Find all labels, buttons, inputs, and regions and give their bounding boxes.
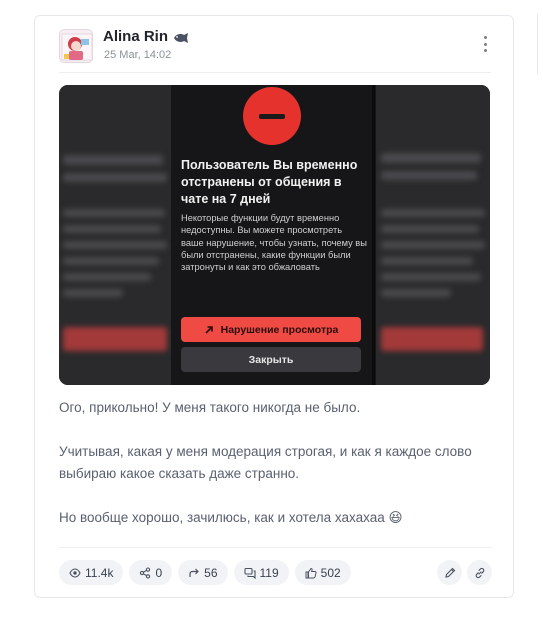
thumbs-up-icon xyxy=(305,567,317,578)
shares-stat[interactable]: 0 xyxy=(129,560,173,585)
likes-stat[interactable]: 502 xyxy=(294,560,351,585)
footer-divider xyxy=(59,547,491,548)
dialog-text: Некоторые функции будут временно недосту… xyxy=(181,213,367,273)
link-icon xyxy=(475,567,484,578)
dialog-edge xyxy=(372,85,375,385)
views-count: 11.4k xyxy=(85,565,114,580)
post-paragraph: Но вообще хорошо, зачилюсь, как и хотела… xyxy=(59,510,403,525)
avatar[interactable] xyxy=(59,29,93,63)
reposts-stat[interactable]: 56 xyxy=(178,560,228,585)
eye-icon xyxy=(69,567,81,578)
post-actions xyxy=(437,560,492,585)
post-paragraph: Учитывая, какая у меня модерация строгая… xyxy=(59,444,472,481)
comments-icon xyxy=(243,567,256,579)
likes-count: 502 xyxy=(320,565,341,580)
post-stats: 11.4k 0 56 119 502 xyxy=(59,560,351,585)
ban-icon xyxy=(243,87,301,145)
edit-button[interactable] xyxy=(437,560,462,585)
post-paragraph: Ого, прикольно! У меня такого никогда не… xyxy=(59,400,361,415)
fish-icon xyxy=(173,31,189,43)
dialog-title: Пользователь Вы временно отстранены от о… xyxy=(181,158,358,206)
suspension-dialog: Пользователь Вы временно отстранены от о… xyxy=(171,85,376,385)
comments-stat[interactable]: 119 xyxy=(233,560,289,585)
arrow-up-right-icon xyxy=(205,325,213,334)
copy-link-button[interactable] xyxy=(467,560,492,585)
more-options-button[interactable] xyxy=(479,35,491,53)
view-violation-button[interactable]: Нарушение просмотра xyxy=(181,317,361,342)
view-violation-label: Нарушение просмотра xyxy=(220,323,339,336)
post-card: Alina Rin 25 Mar, 14:02 Пользователь Вы … xyxy=(34,15,514,598)
author-name-row[interactable]: Alina Rin xyxy=(103,28,189,45)
views-stat[interactable]: 11.4k xyxy=(59,560,124,585)
close-dialog-button[interactable]: Закрыть xyxy=(181,347,361,372)
author-name[interactable]: Alina Rin xyxy=(103,28,168,45)
comments-count: 119 xyxy=(259,565,279,580)
repost-icon xyxy=(189,568,200,577)
post-image[interactable]: Пользователь Вы временно отстранены от о… xyxy=(59,85,490,385)
adjacent-panel-edge xyxy=(537,14,542,74)
more-vertical-icon xyxy=(483,36,487,39)
post-body: Ого, прикольно! У меня такого никогда не… xyxy=(59,397,491,529)
post-date: 25 Mar, 14:02 xyxy=(104,49,172,61)
reposts-count: 56 xyxy=(204,565,218,580)
close-dialog-label: Закрыть xyxy=(248,353,294,366)
shares-count: 0 xyxy=(155,565,163,580)
share-icon xyxy=(140,566,151,579)
header-divider xyxy=(59,72,491,73)
pencil-icon xyxy=(444,567,455,578)
